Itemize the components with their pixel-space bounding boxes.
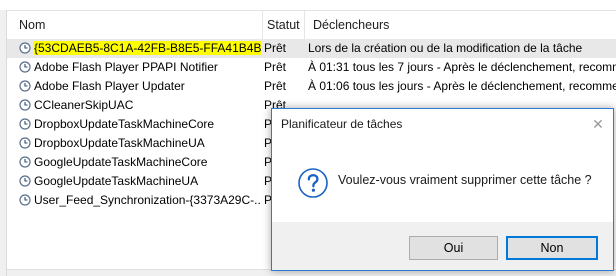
task-name: GoogleUpdateTaskMachineUA	[34, 174, 199, 188]
column-header-triggers[interactable]: Déclencheurs	[305, 11, 616, 39]
task-name-cell: CCleanerSkipUAC	[19, 96, 261, 115]
clock-icon	[19, 99, 31, 111]
dialog-footer: Oui Non	[272, 222, 613, 270]
clock-icon	[19, 175, 31, 187]
clock-icon	[19, 156, 31, 168]
task-name: CCleanerSkipUAC	[34, 98, 134, 112]
clock-icon	[19, 42, 31, 54]
dialog-body: Voulez-vous vraiment supprimer cette tâc…	[272, 139, 613, 222]
task-trigger: Lors de la création ou de la modificatio…	[308, 41, 583, 55]
task-name: DropboxUpdateTaskMachineUA	[34, 136, 205, 150]
clock-icon	[19, 137, 31, 149]
task-name: GoogleUpdateTaskMachineCore	[34, 155, 208, 169]
task-name-cell: Adobe Flash Player PPAPI Notifier	[19, 58, 261, 77]
clock-icon	[19, 118, 31, 130]
task-name: {53CDAEB5-8C1A-42FB-B8E5-FFA41B4B...	[34, 41, 261, 55]
task-name-cell: User_Feed_Synchronization-{3373A29C-...	[19, 191, 261, 210]
column-header-name[interactable]: Nom	[11, 11, 263, 39]
clock-icon	[19, 194, 31, 206]
confirm-delete-dialog: Planificateur de tâches ✕ Voulez-vous vr…	[271, 108, 614, 271]
task-name: Adobe Flash Player PPAPI Notifier	[34, 60, 218, 74]
task-status: Prêt	[264, 79, 287, 93]
dialog-title: Planificateur de tâches	[281, 117, 403, 131]
task-trigger: À 01:31 tous les 7 jours - Après le décl…	[308, 60, 616, 74]
dialog-title-bar[interactable]: Planificateur de tâches ✕	[272, 109, 613, 139]
top-edge	[0, 0, 616, 11]
table-row[interactable]: Adobe Flash Player PPAPI Notifier Prêt À…	[7, 58, 616, 77]
table-header: Nom Statut Déclencheurs	[7, 11, 616, 40]
task-name-cell: DropboxUpdateTaskMachineCore	[19, 115, 261, 134]
question-icon	[298, 168, 328, 198]
close-icon[interactable]: ✕	[589, 115, 607, 133]
clock-icon	[19, 61, 31, 73]
task-name-cell: DropboxUpdateTaskMachineUA	[19, 134, 261, 153]
table-row[interactable]: {53CDAEB5-8C1A-42FB-B8E5-FFA41B4B... Prê…	[7, 39, 616, 58]
task-name-cell: GoogleUpdateTaskMachineUA	[19, 172, 261, 191]
yes-button[interactable]: Oui	[409, 236, 498, 260]
task-trigger: À 01:06 tous les jours - Après le déclen…	[308, 79, 616, 93]
task-status: Prêt	[264, 41, 287, 55]
left-pane-edge	[0, 10, 7, 276]
task-name: DropboxUpdateTaskMachineCore	[34, 117, 215, 131]
task-status: Prêt	[264, 60, 287, 74]
dialog-message: Voulez-vous vraiment supprimer cette tâc…	[338, 173, 592, 187]
no-button[interactable]: Non	[506, 236, 598, 260]
table-row[interactable]: Adobe Flash Player Updater Prêt À 01:06 …	[7, 77, 616, 96]
task-name-cell: Adobe Flash Player Updater	[19, 77, 261, 96]
clock-icon	[19, 80, 31, 92]
task-name: Adobe Flash Player Updater	[34, 79, 185, 93]
task-name-cell: {53CDAEB5-8C1A-42FB-B8E5-FFA41B4B...	[19, 39, 261, 58]
task-name: User_Feed_Synchronization-{3373A29C-...	[34, 193, 261, 207]
column-header-status[interactable]: Statut	[263, 11, 305, 39]
task-name-cell: GoogleUpdateTaskMachineCore	[19, 153, 261, 172]
